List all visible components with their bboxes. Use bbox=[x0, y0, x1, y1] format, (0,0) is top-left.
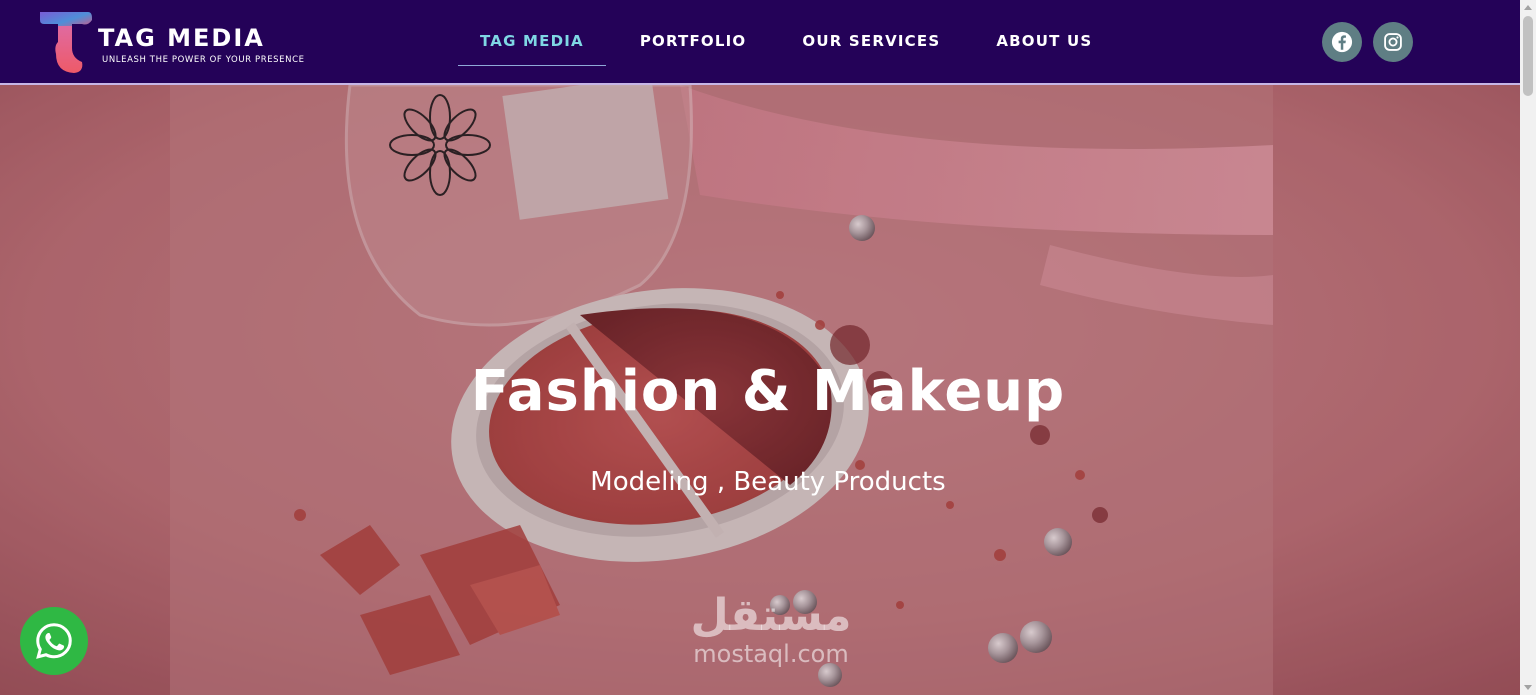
scroll-down-icon[interactable] bbox=[1524, 685, 1532, 690]
nav-item-portfolio[interactable]: PORTFOLIO bbox=[640, 24, 747, 58]
hero-section: Fashion & Makeup Modeling , Beauty Produ… bbox=[0, 85, 1520, 695]
logo-tagline: UNLEASH THE POWER OF YOUR PRESENCE bbox=[102, 55, 305, 65]
whatsapp-button[interactable] bbox=[20, 607, 88, 675]
page: TAG MEDIA UNLEASH THE POWER OF YOUR PRES… bbox=[0, 0, 1536, 695]
instagram-icon bbox=[1384, 33, 1402, 51]
facebook-button[interactable] bbox=[1322, 22, 1362, 62]
whatsapp-icon bbox=[36, 623, 72, 659]
site-header: TAG MEDIA UNLEASH THE POWER OF YOUR PRES… bbox=[0, 0, 1520, 85]
main-nav: TAG MEDIA PORTFOLIO OUR SERVICES ABOUT U… bbox=[458, 0, 1148, 82]
facebook-icon bbox=[1331, 31, 1353, 53]
scroll-up-icon[interactable] bbox=[1524, 5, 1532, 10]
watermark-arabic: مستقل bbox=[690, 590, 852, 641]
watermark-latin: mostaql.com bbox=[693, 640, 849, 668]
site-logo[interactable]: TAG MEDIA UNLEASH THE POWER OF YOUR PRES… bbox=[38, 10, 308, 74]
nav-item-tag-media[interactable]: TAG MEDIA bbox=[458, 24, 606, 66]
nav-item-about-us[interactable]: ABOUT US bbox=[996, 24, 1092, 58]
hero-subtitle: Modeling , Beauty Products bbox=[590, 467, 946, 497]
hero-title: Fashion & Makeup bbox=[470, 359, 1066, 424]
logo-title: TAG MEDIA bbox=[98, 24, 265, 52]
instagram-button[interactable] bbox=[1373, 22, 1413, 62]
mostaql-watermark: مستقل mostaql.com bbox=[676, 591, 866, 686]
nav-item-our-services[interactable]: OUR SERVICES bbox=[802, 24, 940, 58]
logo-mark-icon bbox=[40, 12, 92, 73]
page-scrollbar[interactable] bbox=[1520, 0, 1536, 695]
scrollbar-thumb[interactable] bbox=[1523, 16, 1533, 96]
